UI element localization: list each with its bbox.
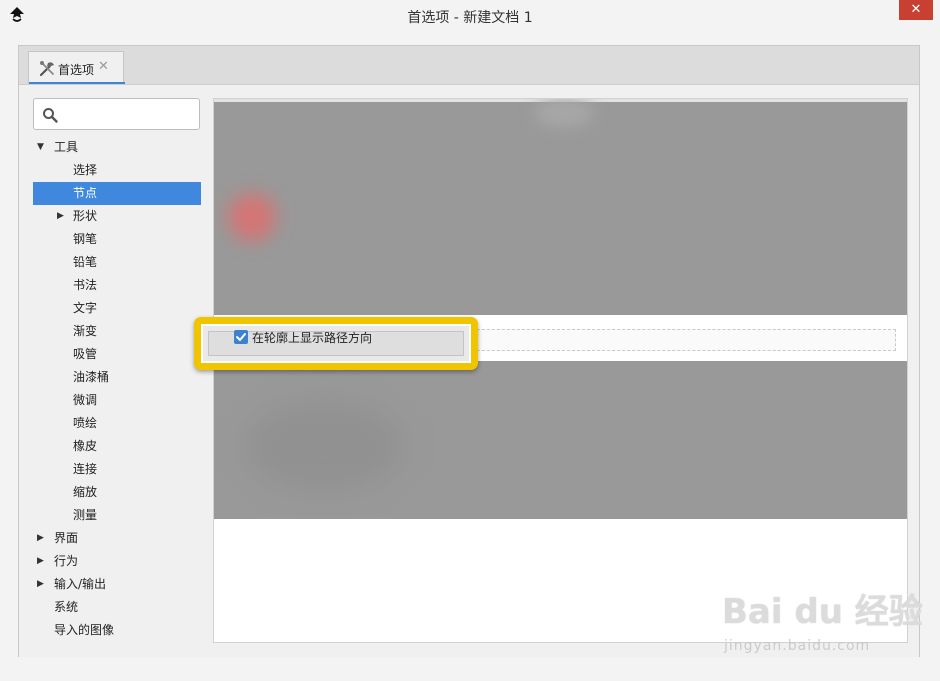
tree-item-dropper[interactable]: 吸管: [33, 343, 201, 366]
tree-item-gradient[interactable]: 渐变: [33, 320, 201, 343]
tab-preferences[interactable]: 首选项 ✕: [28, 51, 124, 84]
window-close-button[interactable]: ✕: [899, 0, 933, 20]
preferences-content: ▼ 工具 选择 节点 ▶ 形状 钢笔 铅笔 书法 文字 渐变 吸管 油漆桶 微调…: [19, 84, 919, 657]
tree-item-system[interactable]: 系统: [33, 596, 201, 619]
expanded-arrow-icon[interactable]: ▼: [37, 136, 49, 159]
tree-item-label: 铅笔: [73, 255, 98, 269]
tab-label: 首选项: [58, 63, 95, 77]
tree-item-calligraphy[interactable]: 书法: [33, 274, 201, 297]
tree-item-connector[interactable]: 连接: [33, 458, 201, 481]
tree-item-label: 钢笔: [73, 232, 98, 246]
collapsed-arrow-icon[interactable]: ▶: [37, 550, 49, 573]
show-path-direction-checkbox[interactable]: [234, 330, 248, 344]
highlight-callout: 在轮廓上显示路径方向: [194, 317, 478, 370]
tree-item-label: 界面: [54, 531, 79, 545]
collapsed-arrow-icon[interactable]: ▶: [37, 573, 49, 596]
collapsed-arrow-icon[interactable]: ▶: [57, 205, 69, 228]
tree-item-label: 渐变: [73, 324, 98, 338]
tree-item-label: 橡皮: [73, 439, 98, 453]
tree-item-input-output[interactable]: ▶ 输入/输出: [33, 573, 201, 596]
tree-item-label: 测量: [73, 508, 98, 522]
checkmark-icon: [236, 333, 246, 341]
tree-item-imported-images[interactable]: 导入的图像: [33, 619, 201, 642]
tree-item-label: 工具: [54, 140, 79, 154]
title-bar: 首选项 - 新建文档 1 ✕: [0, 0, 940, 30]
tools-icon: [39, 61, 54, 77]
tree-item-select[interactable]: 选择: [33, 159, 201, 182]
blurred-settings-area: [214, 99, 907, 315]
tree-item-label: 吸管: [73, 347, 98, 361]
window-title: 首选项 - 新建文档 1: [407, 10, 533, 26]
search-input[interactable]: [62, 104, 196, 126]
show-path-direction-label: 在轮廓上显示路径方向: [252, 331, 373, 345]
search-field[interactable]: [33, 98, 200, 130]
tree-item-tools[interactable]: ▼ 工具: [33, 136, 201, 159]
tree-item-label: 缩放: [73, 485, 98, 499]
tree-item-measure[interactable]: 测量: [33, 504, 201, 527]
tree-item-label: 选择: [73, 163, 98, 177]
tree-item-label: 喷绘: [73, 416, 98, 430]
tab-strip: 首选项 ✕: [19, 46, 919, 84]
tree-item-paint-bucket[interactable]: 油漆桶: [33, 366, 201, 389]
tree-item-label: 文字: [73, 301, 98, 315]
tree-item-label: 形状: [73, 209, 98, 223]
tree-item-tweak[interactable]: 微调: [33, 389, 201, 412]
tab-close-icon[interactable]: ✕: [98, 59, 109, 74]
tree-item-shapes[interactable]: ▶ 形状: [33, 205, 201, 228]
tree-item-label: 行为: [54, 554, 79, 568]
tree-item-pencil[interactable]: 铅笔: [33, 251, 201, 274]
preferences-tree: ▼ 工具 选择 节点 ▶ 形状 钢笔 铅笔 书法 文字 渐变 吸管 油漆桶 微调…: [33, 136, 201, 642]
tree-item-label: 输入/输出: [54, 577, 107, 591]
blur-smudge: [228, 193, 276, 241]
tree-item-node[interactable]: 节点: [33, 182, 201, 205]
blur-smudge: [534, 99, 594, 127]
tree-item-label: 节点: [73, 186, 98, 200]
tree-item-spray[interactable]: 喷绘: [33, 412, 201, 435]
watermark-url: jingyan.baidu.com: [724, 638, 871, 654]
tree-item-label: 微调: [73, 393, 98, 407]
blur-smudge: [244, 401, 404, 491]
tree-item-text[interactable]: 文字: [33, 297, 201, 320]
blurred-settings-area: [214, 361, 907, 519]
search-icon: [43, 108, 58, 123]
tree-item-label: 油漆桶: [73, 370, 110, 384]
tree-item-label: 连接: [73, 462, 98, 476]
tree-item-label: 书法: [73, 278, 98, 292]
settings-panel: [213, 98, 908, 643]
tree-item-label: 导入的图像: [54, 623, 115, 637]
tree-item-pen[interactable]: 钢笔: [33, 228, 201, 251]
tree-item-zoom[interactable]: 缩放: [33, 481, 201, 504]
tree-item-label: 系统: [54, 600, 79, 614]
baidu-watermark-logo: Bai du 经验: [722, 592, 923, 632]
tree-item-interface[interactable]: ▶ 界面: [33, 527, 201, 550]
collapsed-arrow-icon[interactable]: ▶: [37, 527, 49, 550]
tree-item-behavior[interactable]: ▶ 行为: [33, 550, 201, 573]
tree-item-eraser[interactable]: 橡皮: [33, 435, 201, 458]
